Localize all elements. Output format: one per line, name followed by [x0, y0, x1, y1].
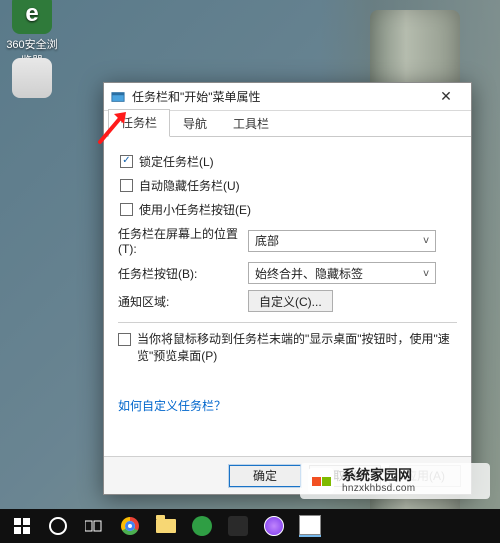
help-link[interactable]: 如何自定义任务栏？ [118, 397, 226, 414]
taskbar-app-avatar[interactable] [256, 511, 292, 541]
tab-taskbar[interactable]: 任务栏 [108, 109, 170, 137]
checkbox-icon [120, 155, 133, 168]
checkbox-icon [118, 333, 131, 346]
checkbox-label: 锁定任务栏(L) [139, 153, 214, 170]
generic-icon [12, 58, 52, 98]
buttons-select[interactable]: 始终合并、隐藏标签 ⅴ [248, 262, 436, 284]
taskbar[interactable] [0, 509, 500, 543]
taskbar-running-dialog[interactable] [292, 511, 328, 541]
avatar-icon [264, 516, 284, 536]
titlebar[interactable]: 任务栏和"开始"菜单属性 ✕ [104, 83, 471, 111]
app-green-icon [192, 516, 212, 536]
checkbox-icon [120, 203, 133, 216]
customize-button[interactable]: 自定义(C)... [248, 290, 333, 312]
taskbar-taskview[interactable] [76, 511, 112, 541]
row-taskbar-buttons: 任务栏按钮(B): 始终合并、隐藏标签 ⅴ [118, 262, 457, 284]
tab-strip: 任务栏 导航 工具栏 [104, 111, 471, 137]
checkbox-label: 当你将鼠标移动到任务栏末端的"显示桌面"按钮时，使用"速览"预览桌面(P) [137, 331, 457, 366]
chevron-down-icon: ⅴ [423, 235, 429, 246]
close-icon: ✕ [440, 88, 452, 105]
checkbox-label: 自动隐藏任务栏(U) [139, 177, 240, 194]
checkbox-icon [120, 179, 133, 192]
taskbar-search[interactable] [40, 511, 76, 541]
browser-icon: e [12, 0, 52, 34]
taskbar-app-green[interactable] [184, 511, 220, 541]
position-select[interactable]: 底部 ⅴ [248, 230, 436, 252]
watermark-logo-icon [308, 468, 334, 494]
taskbar-app-dark[interactable] [220, 511, 256, 541]
desktop-viewport: e 360安全浏览器 任务栏和"开始"菜单属性 ✕ 任务栏 导航 工具栏 锁定任… [0, 0, 500, 543]
separator [118, 322, 457, 323]
properties-window-icon [299, 515, 321, 537]
taskbar-chrome[interactable] [112, 511, 148, 541]
taskbar-properties-dialog: 任务栏和"开始"菜单属性 ✕ 任务栏 导航 工具栏 锁定任务栏(L) 自动隐藏任… [103, 82, 472, 495]
close-button[interactable]: ✕ [427, 85, 465, 109]
app-dark-icon [228, 516, 248, 536]
tab-panel-taskbar: 锁定任务栏(L) 自动隐藏任务栏(U) 使用小任务栏按钮(E) 任务栏在屏幕上的… [104, 137, 471, 456]
desktop-icon-generic[interactable] [2, 58, 62, 100]
row-notify-area: 通知区域: 自定义(C)... [118, 290, 457, 312]
window-icon [110, 89, 126, 105]
checkbox-small-buttons[interactable]: 使用小任务栏按钮(E) [118, 199, 457, 219]
checkbox-lock-taskbar[interactable]: 锁定任务栏(L) [118, 151, 457, 171]
tab-toolbars[interactable]: 工具栏 [220, 110, 282, 137]
row-taskbar-position: 任务栏在屏幕上的位置(T): 底部 ⅴ [118, 225, 457, 256]
watermark-url: hnzxkhbsd.com [342, 483, 415, 494]
position-label: 任务栏在屏幕上的位置(T): [118, 225, 248, 256]
tab-navigation[interactable]: 导航 [170, 110, 220, 137]
window-title: 任务栏和"开始"菜单属性 [132, 88, 427, 105]
watermark-title: 系统家园网 [342, 468, 415, 483]
windows-icon [14, 518, 30, 534]
buttons-label: 任务栏按钮(B): [118, 265, 248, 282]
checkbox-peek-preview[interactable]: 当你将鼠标移动到任务栏末端的"显示桌面"按钮时，使用"速览"预览桌面(P) [118, 331, 457, 366]
watermark: 系统家园网 hnzxkhbsd.com [300, 463, 490, 499]
checkbox-label: 使用小任务栏按钮(E) [139, 201, 251, 218]
taskview-icon [85, 519, 103, 533]
checkbox-autohide[interactable]: 自动隐藏任务栏(U) [118, 175, 457, 195]
taskbar-explorer[interactable] [148, 511, 184, 541]
select-value: 底部 [255, 232, 279, 249]
notify-label: 通知区域: [118, 293, 248, 310]
start-button[interactable] [4, 511, 40, 541]
folder-icon [156, 519, 176, 533]
ok-button[interactable]: 确定 [229, 465, 301, 487]
chevron-down-icon: ⅴ [423, 268, 429, 279]
search-icon [49, 517, 67, 535]
select-value: 始终合并、隐藏标签 [255, 265, 363, 282]
chrome-icon [121, 517, 139, 535]
